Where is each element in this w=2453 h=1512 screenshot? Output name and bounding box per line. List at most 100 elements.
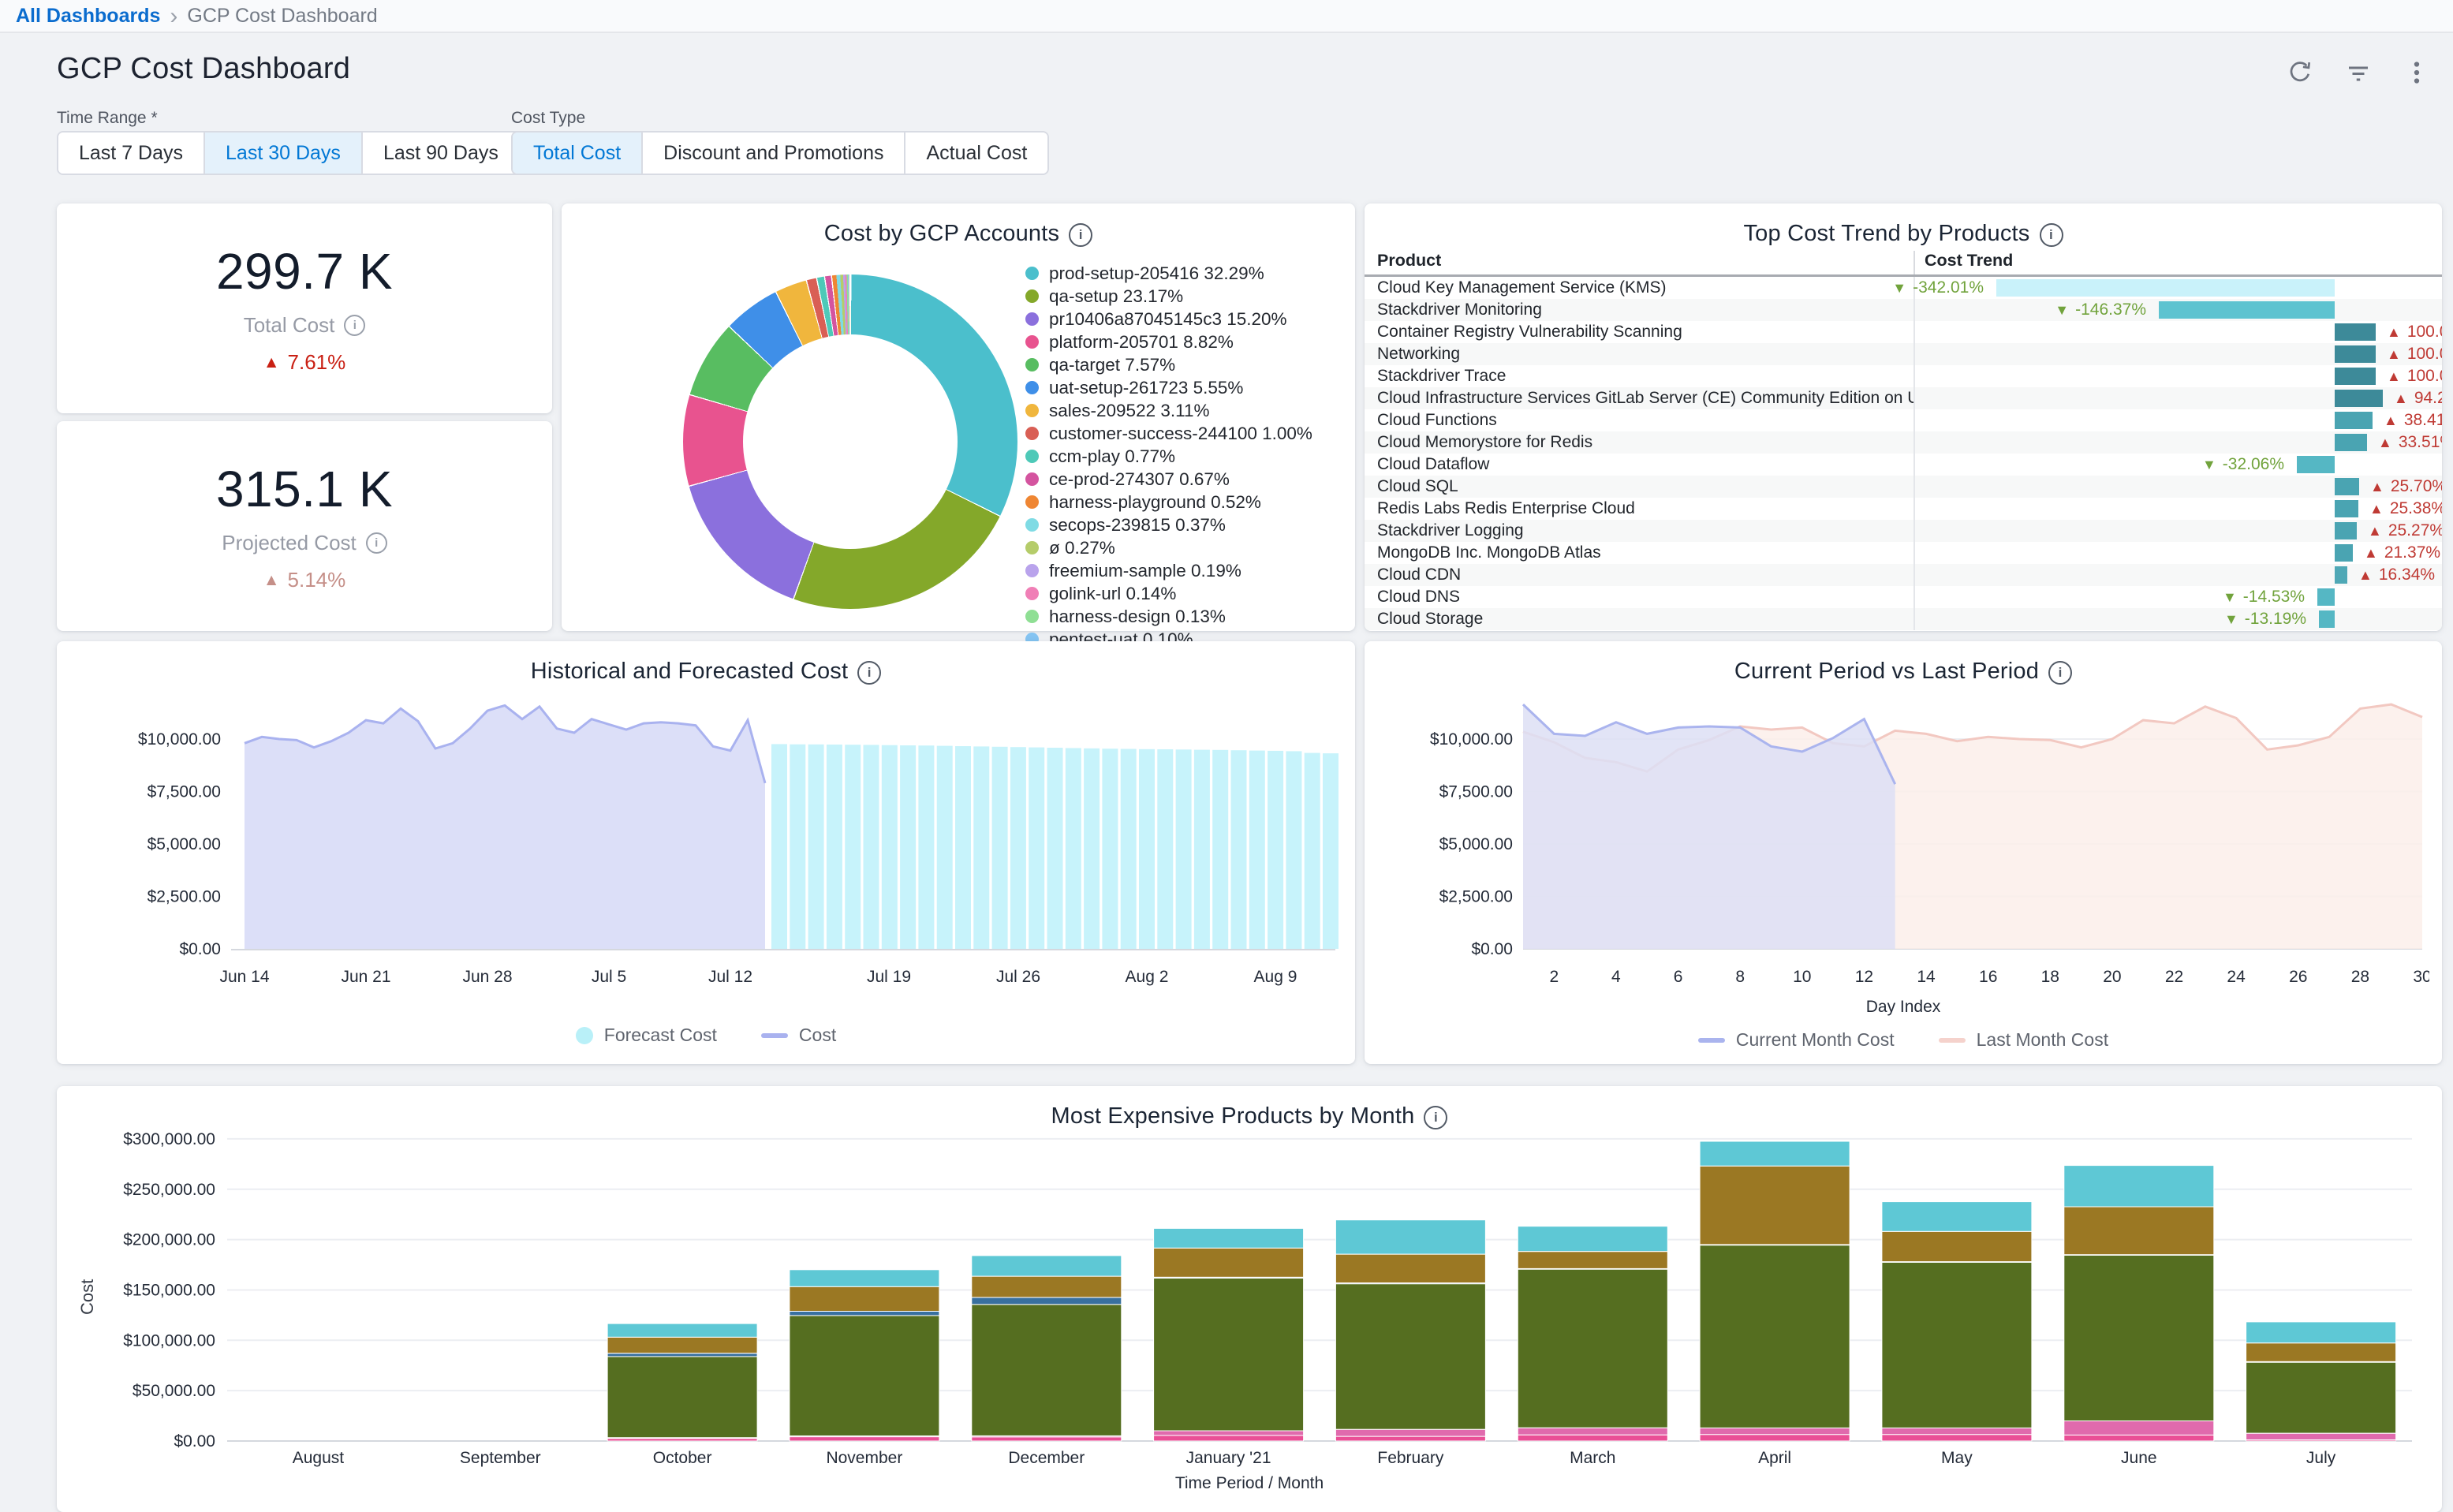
cost-trend-value: ▲100.00% bbox=[2387, 343, 2442, 365]
donut-legend-item-secops-239815[interactable]: secops-239815 0.37% bbox=[1025, 513, 1341, 536]
cost-trend-value: ▲25.38% bbox=[2369, 498, 2442, 520]
table-row-cloud-functions[interactable]: Cloud Functions▲38.41% bbox=[1365, 409, 2442, 431]
svg-text:June: June bbox=[2121, 1449, 2157, 1467]
refresh-icon[interactable] bbox=[2286, 58, 2314, 87]
breadcrumb-link-all-dashboards[interactable]: All Dashboards bbox=[16, 5, 160, 28]
svg-text:24: 24 bbox=[2227, 968, 2246, 986]
cost-type-option-total-cost[interactable]: Total Cost bbox=[513, 133, 643, 174]
svg-text:12: 12 bbox=[1855, 968, 1873, 986]
donut-legend-item-uat-setup-261723[interactable]: uat-setup-261723 5.55% bbox=[1025, 376, 1341, 399]
donut-legend-item-platform-205701[interactable]: platform-205701 8.82% bbox=[1025, 330, 1341, 353]
svg-text:Jun 28: Jun 28 bbox=[462, 968, 512, 986]
svg-text:December: December bbox=[1008, 1449, 1085, 1467]
table-row-stackdriver-trace[interactable]: Stackdriver Trace▲100.00% bbox=[1365, 365, 2442, 387]
cost-trend-value: ▼-13.19% bbox=[2224, 608, 2306, 630]
column-header-product[interactable]: Product bbox=[1365, 251, 1913, 274]
cost-type-option-discount-and-promotions[interactable]: Discount and Promotions bbox=[643, 133, 905, 174]
info-icon[interactable]: i bbox=[366, 532, 387, 554]
projected-cost-label: Projected Cost bbox=[222, 531, 357, 555]
time-range-option-last-90-days[interactable]: Last 90 Days bbox=[363, 133, 521, 174]
donut-legend-item-ce-prod-274307[interactable]: ce-prod-274307 0.67% bbox=[1025, 468, 1341, 491]
cost-trend-bar bbox=[2335, 390, 2383, 407]
info-icon[interactable]: i bbox=[2048, 661, 2072, 685]
info-icon[interactable]: i bbox=[344, 315, 365, 336]
table-row-cloud-memorystore-for-redis[interactable]: Cloud Memorystore for Redis▲33.51% bbox=[1365, 431, 2442, 454]
legend-item-current-month-cost[interactable]: Current Month Cost bbox=[1698, 1029, 1895, 1051]
kpi-card-projected-cost: 315.1 K Projected Costi ▲5.14% bbox=[57, 421, 552, 631]
cost-trend-value: ▼-14.53% bbox=[2223, 586, 2305, 608]
svg-text:Aug 2: Aug 2 bbox=[1126, 968, 1169, 986]
svg-text:Jun 14: Jun 14 bbox=[219, 968, 269, 986]
donut-legend-item-pr10406a87045145c3[interactable]: pr10406a87045145c3 15.20% bbox=[1025, 308, 1341, 330]
monthly-x-axis-label: Time Period / Month bbox=[57, 1474, 2442, 1493]
more-menu-icon[interactable] bbox=[2403, 58, 2431, 87]
table-row-cloud-infrastructure-services-gitlab-ser[interactable]: Cloud Infrastructure Services GitLab Ser… bbox=[1365, 387, 2442, 409]
donut-legend-item-ccm-play[interactable]: ccm-play 0.77% bbox=[1025, 445, 1341, 468]
monthly-products-card: Most Expensive Products by Monthi Cost $… bbox=[57, 1086, 2442, 1512]
donut-legend-item-freemium-sample[interactable]: freemium-sample 0.19% bbox=[1025, 559, 1341, 582]
info-icon[interactable]: i bbox=[1069, 223, 1092, 247]
breadcrumb-chevron-icon: › bbox=[170, 6, 177, 26]
donut-legend-item-harness-playground[interactable]: harness-playground 0.52% bbox=[1025, 491, 1341, 513]
top-cost-trend-card: Top Cost Trend by Productsi Product Cost… bbox=[1365, 203, 2442, 631]
info-icon[interactable]: i bbox=[857, 661, 881, 685]
table-row-cloud-sql[interactable]: Cloud SQL▲25.70% bbox=[1365, 476, 2442, 498]
donut-hole bbox=[743, 334, 958, 549]
donut-legend-item-harness-design[interactable]: harness-design 0.13% bbox=[1025, 605, 1341, 628]
column-header-cost-trend[interactable]: Cost Trend bbox=[1913, 251, 2442, 274]
svg-text:8: 8 bbox=[1735, 968, 1745, 986]
table-row-stackdriver-monitoring[interactable]: Stackdriver Monitoring▼-146.37% bbox=[1365, 299, 2442, 321]
svg-text:Aug 9: Aug 9 bbox=[1254, 968, 1297, 986]
legend-item-cost[interactable]: Cost bbox=[761, 1025, 836, 1046]
monthly-products-chart: $0.00$50,000.00$100,000.00$150,000.00$20… bbox=[69, 1121, 2429, 1496]
svg-text:14: 14 bbox=[1917, 968, 1936, 986]
cost-trend-bar bbox=[2335, 522, 2357, 539]
table-row-mongodb-inc-mongodb-atlas[interactable]: MongoDB Inc. MongoDB Atlas▲21.37% bbox=[1365, 542, 2442, 564]
donut-legend-item-prod-setup-205416[interactable]: prod-setup-205416 32.29% bbox=[1025, 262, 1341, 285]
cost-type-button-group: Total CostDiscount and PromotionsActual … bbox=[511, 131, 1049, 175]
cost-type-option-actual-cost[interactable]: Actual Cost bbox=[905, 133, 1047, 174]
cost-trend-value: ▲33.51% bbox=[2378, 431, 2442, 454]
donut-legend: prod-setup-205416 32.29%qa-setup 23.17%p… bbox=[1025, 262, 1341, 701]
svg-text:Jun 21: Jun 21 bbox=[341, 968, 390, 986]
filter-icon[interactable] bbox=[2344, 58, 2373, 87]
table-row-networking[interactable]: Networking▲100.00% bbox=[1365, 343, 2442, 365]
table-row-cloud-key-management-service-kms[interactable]: Cloud Key Management Service (KMS)▼-342.… bbox=[1365, 277, 2442, 299]
donut-legend-item-sales-209522[interactable]: sales-209522 3.11% bbox=[1025, 399, 1341, 422]
legend-item-forecast-cost[interactable]: Forecast Cost bbox=[576, 1025, 717, 1046]
table-row-cloud-storage[interactable]: Cloud Storage▼-13.19% bbox=[1365, 608, 2442, 630]
trend-table-header: Product Cost Trend bbox=[1365, 251, 2442, 277]
breadcrumb: All Dashboards › GCP Cost Dashboard bbox=[0, 0, 2453, 33]
historical-forecast-chart: $0.00$2,500.00$5,000.00$7,500.00$10,000.… bbox=[69, 689, 1342, 998]
time-range-option-last-7-days[interactable]: Last 7 Days bbox=[58, 133, 205, 174]
table-row-cloud-dns[interactable]: Cloud DNS▼-14.53% bbox=[1365, 586, 2442, 608]
table-row-cloud-dataflow[interactable]: Cloud Dataflow▼-32.06% bbox=[1365, 454, 2442, 476]
cost-trend-bar bbox=[1996, 279, 2335, 297]
legend-item-last-month-cost[interactable]: Last Month Cost bbox=[1939, 1029, 2108, 1051]
svg-text:March: March bbox=[1570, 1449, 1615, 1467]
table-row-stackdriver-logging[interactable]: Stackdriver Logging▲25.27% bbox=[1365, 520, 2442, 542]
info-icon[interactable]: i bbox=[2040, 223, 2063, 247]
donut-legend-item-customer-success-244100[interactable]: customer-success-244100 1.00% bbox=[1025, 422, 1341, 445]
cost-trend-bar bbox=[2335, 345, 2376, 363]
donut-legend-item-[interactable]: ø 0.27% bbox=[1025, 536, 1341, 559]
svg-text:$10,000.00: $10,000.00 bbox=[138, 730, 221, 749]
cost-trend-value: ▼-146.37% bbox=[2055, 299, 2146, 321]
donut-legend-item-golink-url[interactable]: golink-url 0.14% bbox=[1025, 582, 1341, 605]
donut-legend-item-qa-target[interactable]: qa-target 7.57% bbox=[1025, 353, 1341, 376]
svg-text:$0.00: $0.00 bbox=[174, 1432, 215, 1450]
table-row-redis-labs-redis-enterprise-cloud[interactable]: Redis Labs Redis Enterprise Cloud▲25.38% bbox=[1365, 498, 2442, 520]
cost-trend-value: ▲38.41% bbox=[2384, 409, 2442, 431]
donut-legend-item-qa-setup[interactable]: qa-setup 23.17% bbox=[1025, 285, 1341, 308]
svg-text:2: 2 bbox=[1549, 968, 1559, 986]
cost-trend-value: ▼-342.01% bbox=[1892, 277, 1984, 299]
table-row-cloud-cdn[interactable]: Cloud CDN▲16.34% bbox=[1365, 564, 2442, 586]
cost-trend-bar bbox=[2335, 566, 2347, 584]
svg-text:February: February bbox=[1377, 1449, 1444, 1467]
time-range-option-last-30-days[interactable]: Last 30 Days bbox=[205, 133, 363, 174]
table-row-container-registry-vulnerability-scannin[interactable]: Container Registry Vulnerability Scannin… bbox=[1365, 321, 2442, 343]
cost-trend-value: ▲21.37% bbox=[2364, 542, 2440, 564]
compare-chart-legend: Current Month Cost Last Month Cost bbox=[1365, 1029, 2442, 1051]
time-range-label: Time Range * bbox=[57, 109, 158, 128]
cost-trend-bar bbox=[2317, 588, 2335, 606]
